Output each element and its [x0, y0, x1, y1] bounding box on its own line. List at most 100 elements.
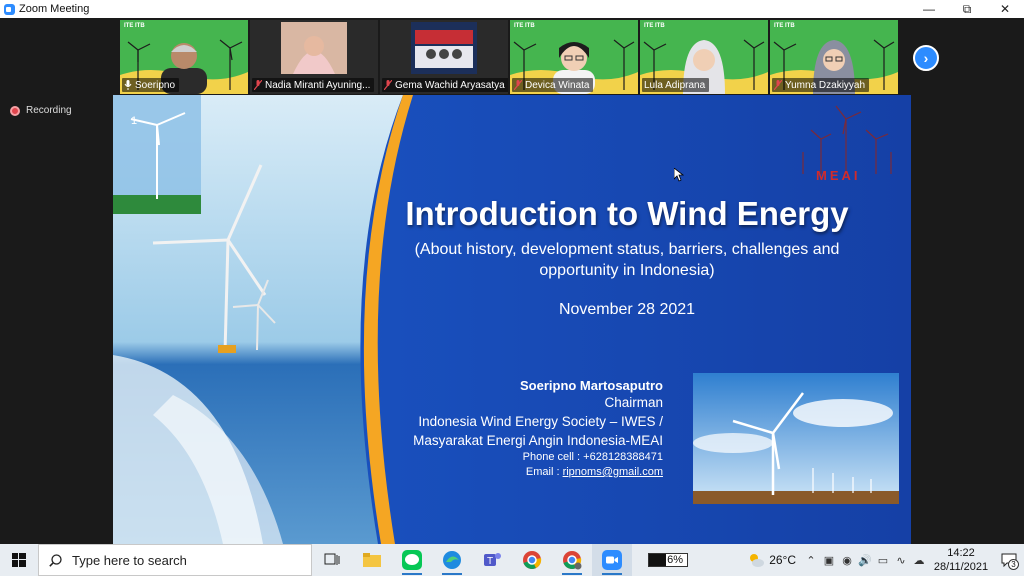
participant-tile[interactable]: ITE ITB Lula Adiprana	[640, 20, 768, 94]
participant-name: Lula Adiprana	[644, 79, 706, 91]
slide-subtitle-line: (About history, development status, barr…	[414, 241, 840, 258]
edge-icon	[443, 551, 461, 569]
participant-photo	[411, 22, 477, 74]
close-button[interactable]: ✕	[986, 0, 1024, 18]
participant-photo	[281, 22, 347, 74]
line-app-button[interactable]	[392, 544, 432, 576]
chevron-right-icon: ›	[923, 50, 929, 66]
search-icon	[49, 553, 62, 567]
ite-itb-tag: ITE ITB	[644, 23, 665, 29]
usb-icon[interactable]: ▣	[820, 544, 838, 576]
chrome-button[interactable]	[512, 544, 552, 576]
task-view-button[interactable]	[312, 544, 352, 576]
weather-icon[interactable]	[747, 552, 765, 568]
edge-browser-button[interactable]	[432, 544, 472, 576]
windows-logo-icon	[12, 553, 26, 567]
slide-subtitle-line: opportunity in Indonesia)	[539, 262, 715, 279]
participant-name-bar: Yumna Dzakiyyah	[772, 78, 870, 92]
presenter-email-row: Email : ripnoms@gmail.com	[413, 465, 663, 480]
mic-muted-icon	[774, 80, 782, 90]
presenter-role: Chairman	[604, 395, 663, 410]
window-title: Zoom Meeting	[19, 3, 90, 15]
camera-icon[interactable]: ◉	[838, 544, 856, 576]
ite-itb-tag: ITE ITB	[514, 23, 535, 29]
participant-name: Soeripno	[135, 79, 176, 91]
mic-on-icon	[124, 80, 132, 90]
participant-tile[interactable]: ITE ITB Devica Winata	[510, 20, 638, 94]
onedrive-icon[interactable]: ☁	[910, 544, 928, 576]
slide-subtitle: (About history, development status, barr…	[383, 239, 871, 281]
taskbar-search[interactable]: Type here to search	[38, 544, 312, 576]
battery-tray-icon[interactable]: ▭	[874, 544, 892, 576]
recording-label: Recording	[26, 105, 72, 116]
minimize-button[interactable]: —	[910, 0, 948, 18]
next-page-button[interactable]: ›	[913, 45, 939, 71]
wind-farm-photo	[693, 373, 899, 504]
windows-taskbar: Type here to search T 6% 26°C ⌃ ▣ ◉ 🔊 ▭ …	[0, 544, 1024, 576]
chrome-icon	[563, 551, 582, 570]
mic-muted-icon	[254, 80, 262, 90]
participant-name-bar: Gema Wachid Aryasatya	[382, 78, 508, 92]
teams-button[interactable]: T	[472, 544, 512, 576]
line-app-icon	[402, 550, 422, 570]
start-button[interactable]	[0, 544, 38, 576]
notification-count: 3	[1008, 559, 1019, 570]
chrome-profile-button[interactable]	[552, 544, 592, 576]
participant-name: Nadia Miranti Ayuning...	[265, 79, 371, 91]
participant-name-bar: Lula Adiprana	[642, 78, 710, 92]
system-tray: 26°C ⌃ ▣ ◉ 🔊 ▭ ∿ ☁ 14:22 28/11/2021 3	[747, 544, 1024, 576]
clock-time: 14:22	[947, 547, 975, 559]
email-label: Email :	[525, 466, 563, 478]
search-placeholder: Type here to search	[72, 552, 187, 568]
battery-indicator[interactable]: 6%	[648, 553, 688, 567]
participant-tile[interactable]: Gema Wachid Aryasatya	[380, 20, 508, 94]
participant-tile[interactable]: ITE ITB Soeripno	[120, 20, 248, 94]
temperature[interactable]: 26°C	[769, 553, 796, 567]
notification-center-button[interactable]: 3	[994, 544, 1024, 576]
participant-name: Gema Wachid Aryasatya	[395, 79, 505, 91]
wifi-icon[interactable]: ∿	[892, 544, 910, 576]
title-bar: Zoom Meeting — ⧉ ✕	[0, 0, 1024, 18]
organization-line: Masyarakat Energi Angin Indonesia-MEAI	[413, 433, 663, 448]
participant-name-bar: Devica Winata	[512, 78, 594, 92]
clock-date: 28/11/2021	[933, 561, 989, 573]
ite-itb-tag: ITE ITB	[124, 23, 145, 29]
zoom-app-icon	[4, 3, 15, 15]
presenter-name: Soeripno Martosaputro	[519, 378, 663, 393]
file-explorer-button[interactable]	[352, 544, 392, 576]
chrome-icon	[523, 551, 542, 569]
meai-logo-text: MEAI	[816, 168, 861, 183]
teams-icon: T	[484, 553, 501, 567]
taskbar-clock[interactable]: 14:22 28/11/2021	[928, 546, 994, 574]
mouse-cursor-icon	[674, 168, 684, 182]
participant-name-bar: Soeripno	[122, 78, 180, 92]
zoom-icon	[602, 550, 622, 570]
zoom-button[interactable]	[592, 544, 632, 576]
mic-muted-icon	[514, 80, 522, 90]
presenter-phone: Phone cell : +628128388471	[522, 451, 663, 463]
recording-indicator[interactable]: Recording	[10, 105, 72, 116]
organization-line: Indonesia Wind Energy Society – IWES /	[418, 414, 663, 429]
participant-gallery: ITE ITB Soeripno Nadia Miranti Ayuning..…	[120, 20, 898, 94]
presenter-info: Soeripno Martosaputro Chairman Indonesia…	[413, 378, 663, 480]
shared-screen-slide: 1 MEAI Introduction to Wind Energy (Abou…	[113, 95, 911, 544]
participant-name: Yumna Dzakiyyah	[785, 79, 866, 91]
email-link[interactable]: ripnoms@gmail.com	[563, 466, 663, 478]
chevron-up-icon[interactable]: ⌃	[802, 544, 820, 576]
slide-date: November 28 2021	[558, 301, 696, 318]
svg-text:T: T	[487, 556, 493, 567]
record-icon	[10, 105, 20, 116]
folder-icon	[363, 553, 381, 567]
participant-name-bar: Nadia Miranti Ayuning...	[252, 78, 375, 92]
ite-itb-tag: ITE ITB	[774, 23, 795, 29]
meeting-area: ITE ITB Soeripno Nadia Miranti Ayuning..…	[0, 18, 1024, 544]
participant-tile[interactable]: ITE ITB Yumna Dzakiyyah	[770, 20, 898, 94]
slide-page-number: 1	[131, 115, 138, 127]
mic-muted-icon	[384, 80, 392, 90]
task-view-icon	[324, 553, 340, 565]
volume-icon[interactable]: 🔊	[856, 544, 874, 576]
slide-title: Introduction to Wind Energy	[405, 195, 849, 232]
participant-tile[interactable]: Nadia Miranti Ayuning...	[250, 20, 378, 94]
battery-percent: 6%	[666, 554, 684, 566]
restore-button[interactable]: ⧉	[948, 0, 986, 18]
